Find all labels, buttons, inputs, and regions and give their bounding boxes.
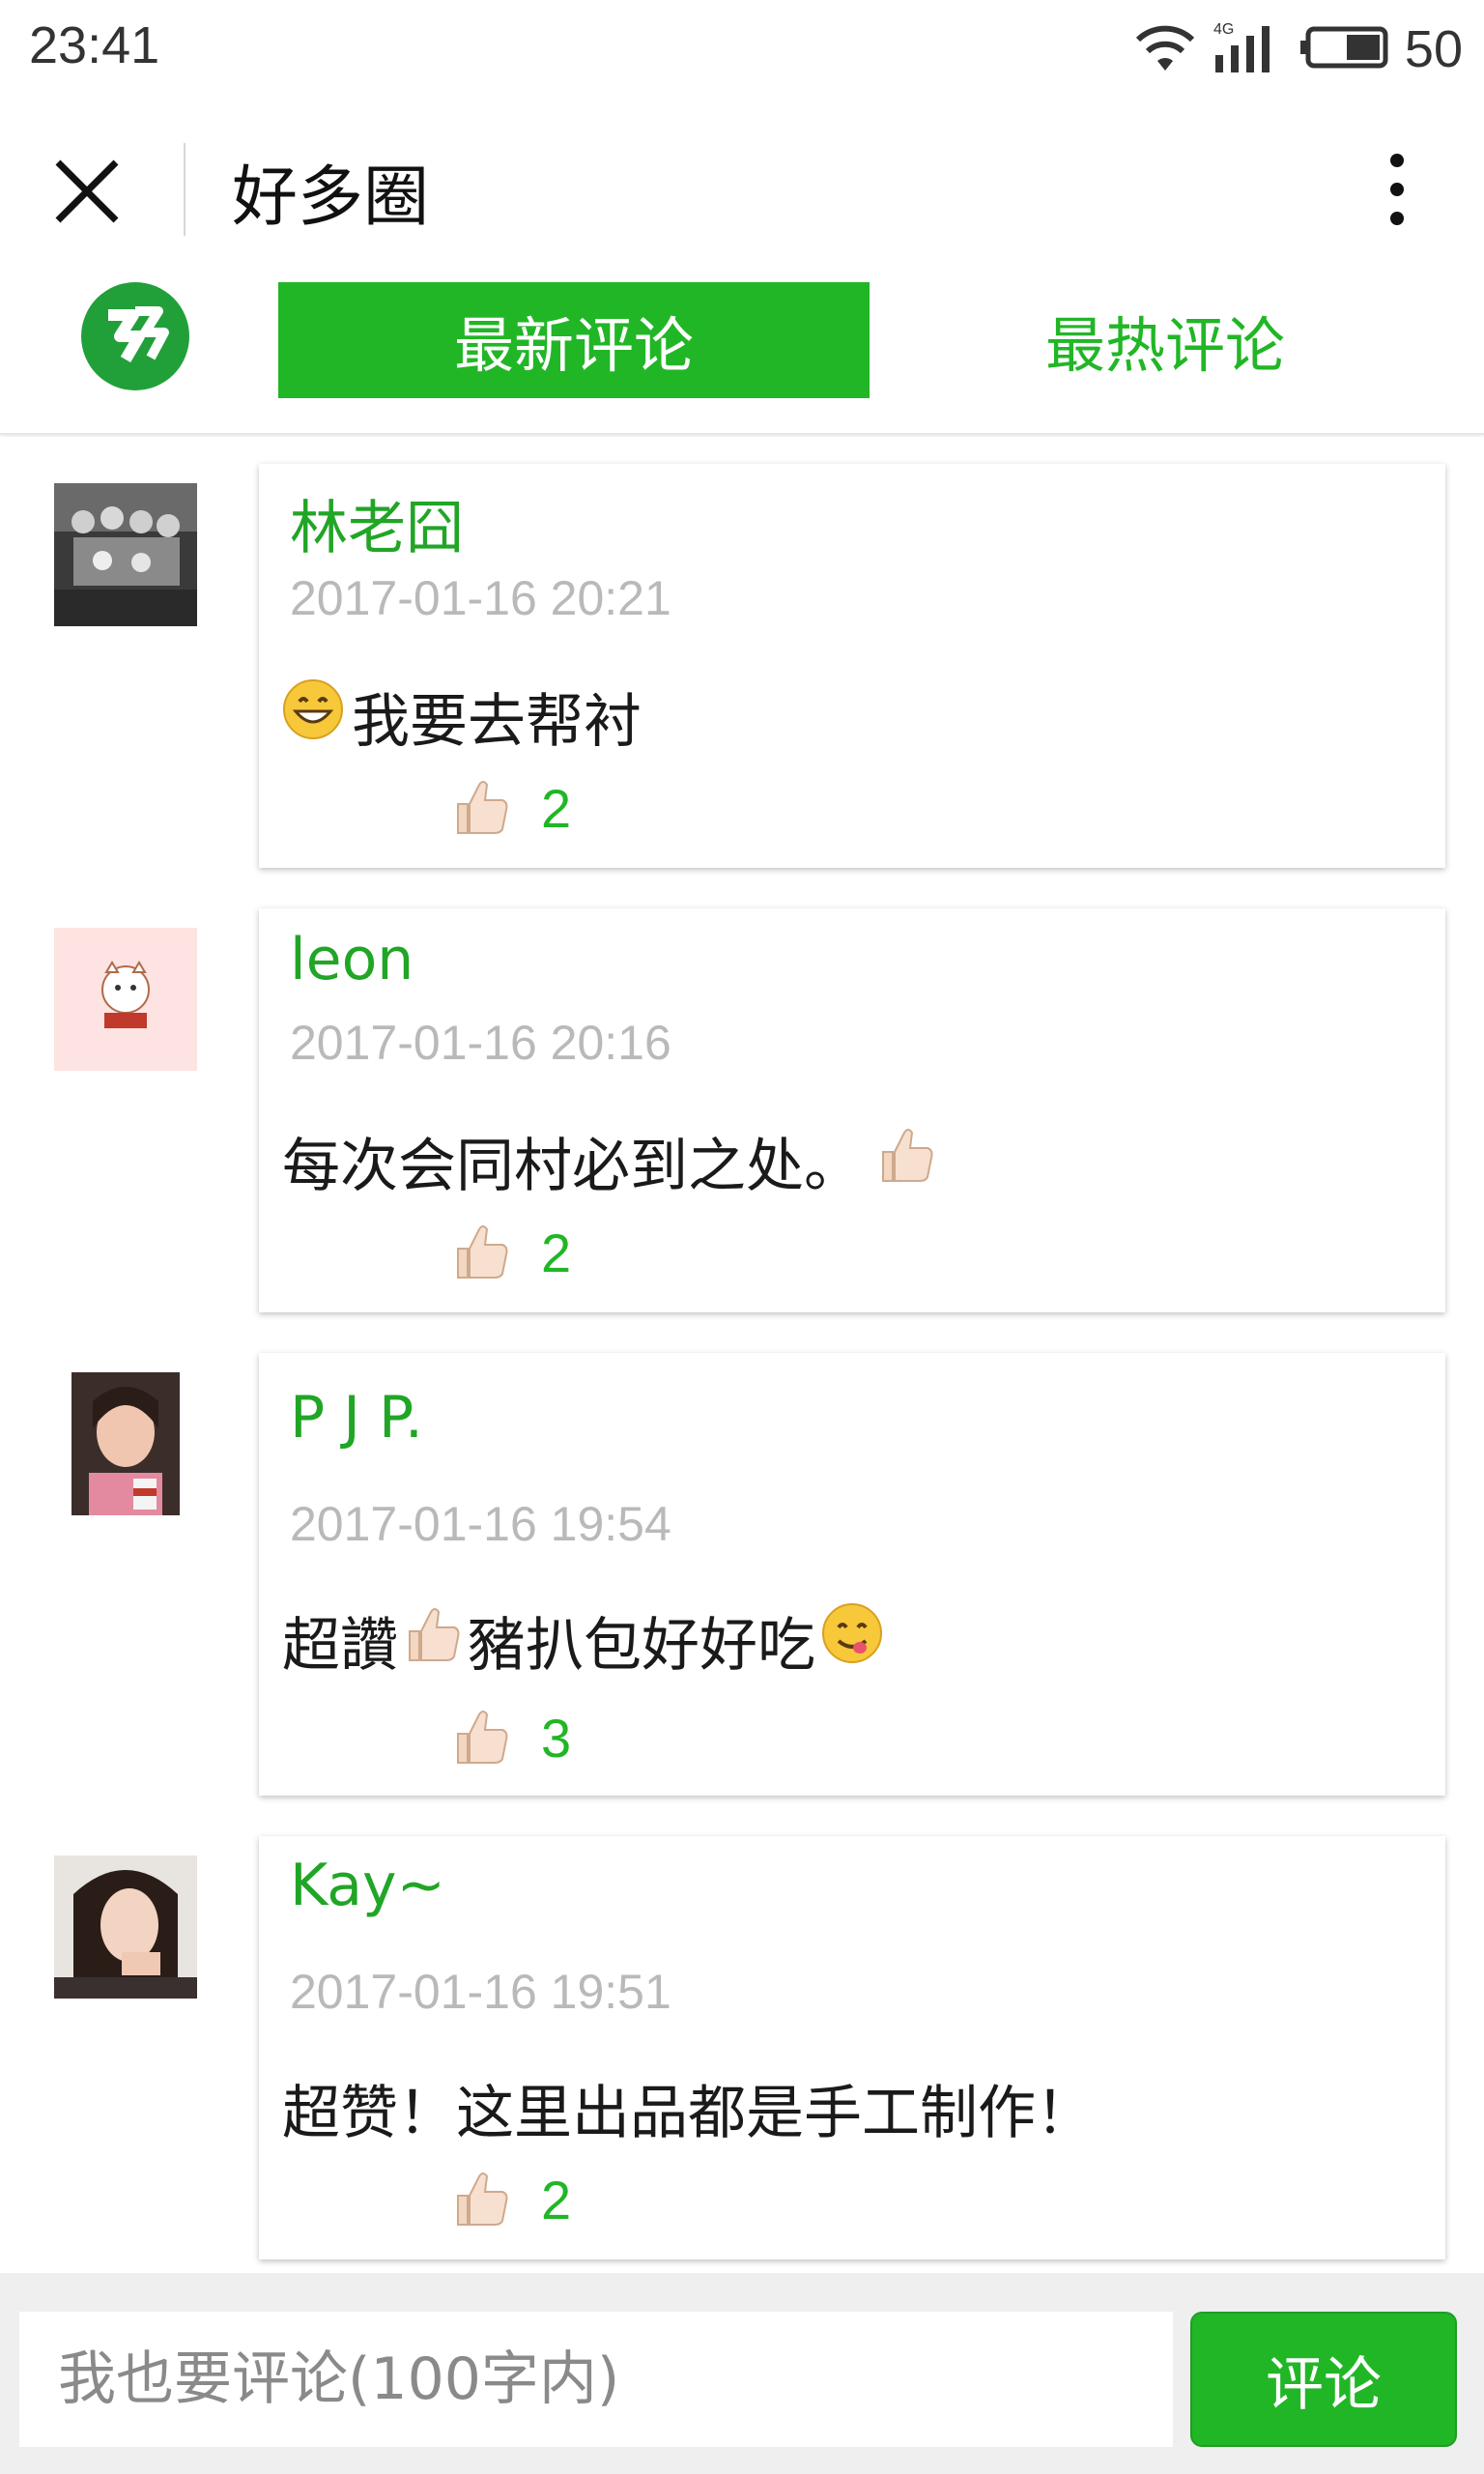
page-title: 好多圈 <box>232 159 430 236</box>
comment-username[interactable]: leon <box>290 926 414 993</box>
status-icons: 4G 50 <box>1134 15 1463 83</box>
comment-time: 2017-01-16 20:21 <box>290 571 671 625</box>
battery-level: 50 <box>1404 20 1463 78</box>
wifi-icon <box>1134 20 1196 78</box>
comment-card: leon 2017-01-16 20:16 每次会同村必到之处。 2 <box>259 908 1445 1312</box>
thumbs-up-emoji-icon <box>875 1123 937 1199</box>
close-icon[interactable] <box>48 153 126 230</box>
tab-latest-comments[interactable]: 最新评论 <box>278 282 870 398</box>
comment-card: 林老囧 2017-01-16 20:21 我要去帮衬 2 <box>259 464 1445 868</box>
like-count: 2 <box>541 2169 572 2230</box>
thumbs-up-icon <box>450 1220 512 1285</box>
like-count: 3 <box>541 1707 572 1769</box>
like-count: 2 <box>541 777 572 839</box>
comment-bar: 评论 <box>0 2273 1484 2474</box>
app-logo-icon <box>81 282 189 390</box>
tabs-bar: 最新评论 最热评论 <box>0 261 1484 435</box>
title-bar: 好多圈 <box>0 97 1484 280</box>
avatar[interactable] <box>54 483 197 626</box>
status-bar: 23:41 4G 50 <box>0 0 1484 97</box>
list-item: Kay~ 2017-01-16 19:51 超赞！这里出品都是手工制作！ 2 <box>0 1809 1484 2273</box>
comment-text: 我要去帮衬 <box>282 675 642 759</box>
like-button[interactable]: 2 <box>450 2167 571 2232</box>
comment-time: 2017-01-16 19:54 <box>290 1497 671 1551</box>
avatar[interactable] <box>71 1372 180 1515</box>
thumbs-up-icon <box>450 775 512 841</box>
thumbs-up-emoji-icon <box>402 1602 464 1679</box>
avatar[interactable] <box>54 1856 197 1999</box>
comment-input[interactable] <box>19 2312 1173 2447</box>
like-button[interactable]: 2 <box>450 775 571 841</box>
list-item: 林老囧 2017-01-16 20:21 我要去帮衬 2 <box>0 437 1484 881</box>
signal-icon: 4G <box>1212 18 1283 80</box>
grin-emoji-icon <box>282 678 344 755</box>
comment-time: 2017-01-16 19:51 <box>290 1965 671 2019</box>
comment-card: P J P. 2017-01-16 19:54 超讚 豬扒包好好吃 3 <box>259 1353 1445 1796</box>
comment-time: 2017-01-16 20:16 <box>290 1016 671 1070</box>
comment-username[interactable]: 林老囧 <box>290 481 464 565</box>
like-count: 2 <box>541 1222 572 1283</box>
status-time: 23:41 <box>29 16 160 74</box>
comment-text: 超讚 豬扒包好好吃 <box>282 1598 883 1683</box>
title-divider <box>184 143 186 236</box>
yum-emoji-icon <box>821 1602 883 1679</box>
thumbs-up-icon <box>450 2167 512 2232</box>
comment-username[interactable]: Kay~ <box>290 1852 445 1919</box>
battery-icon <box>1298 25 1389 73</box>
comment-card: Kay~ 2017-01-16 19:51 超赞！这里出品都是手工制作！ 2 <box>259 1836 1445 2259</box>
list-item: P J P. 2017-01-16 19:54 超讚 豬扒包好好吃 3 <box>0 1326 1484 1809</box>
more-vertical-icon[interactable] <box>1378 151 1416 228</box>
like-button[interactable]: 3 <box>450 1705 571 1770</box>
like-button[interactable]: 2 <box>450 1220 571 1285</box>
comment-username[interactable]: P J P. <box>290 1384 423 1452</box>
thumbs-up-icon <box>450 1705 512 1770</box>
submit-comment-button[interactable]: 评论 <box>1190 2312 1457 2447</box>
network-type: 4G <box>1213 21 1234 38</box>
comment-feed[interactable]: 林老囧 2017-01-16 20:21 我要去帮衬 2 leon 2017-0… <box>0 437 1484 2273</box>
comment-text: 每次会同村必到之处。 <box>282 1119 937 1203</box>
comment-text: 超赞！这里出品都是手工制作！ <box>282 2080 1094 2147</box>
avatar[interactable] <box>54 928 197 1071</box>
tab-hot-comments[interactable]: 最热评论 <box>870 282 1461 398</box>
list-item: leon 2017-01-16 20:16 每次会同村必到之处。 2 <box>0 881 1484 1326</box>
